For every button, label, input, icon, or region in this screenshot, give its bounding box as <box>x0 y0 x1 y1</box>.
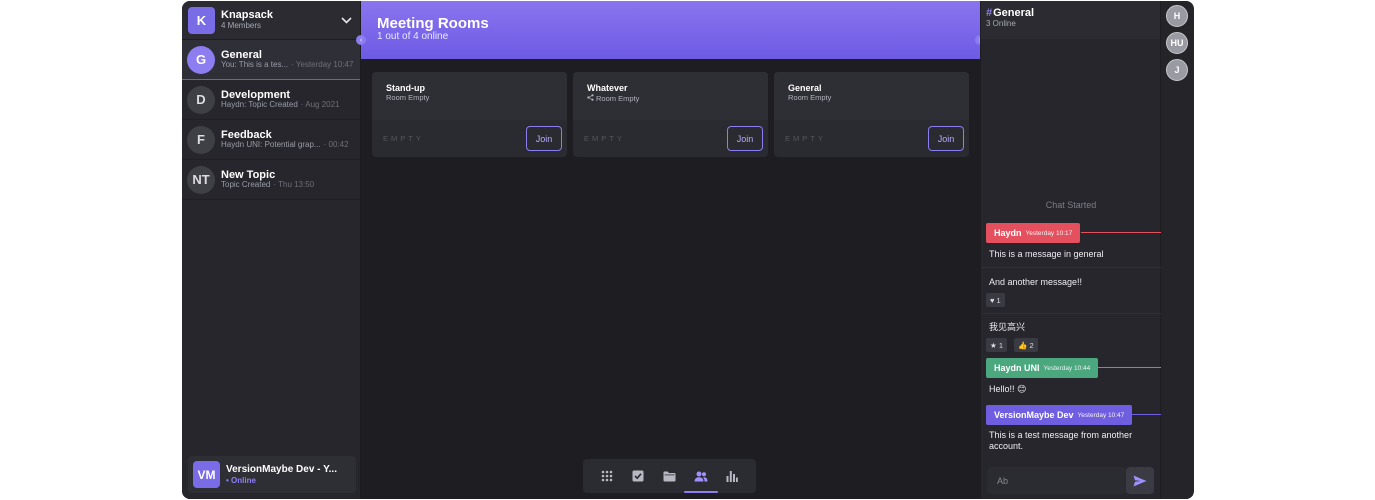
topic-preview: You: This is a tes... <box>221 61 289 70</box>
chart-icon[interactable] <box>721 465 743 487</box>
author-name: Haydn UNI <box>994 363 1040 373</box>
topic-name: New Topic <box>221 169 276 181</box>
app-window: K Knapsack 4 Members G General You: This… <box>182 1 1194 499</box>
hash-icon: # <box>986 7 993 19</box>
topic-time: · Thu 13:50 <box>273 181 315 190</box>
current-user-status: • Online <box>226 475 256 485</box>
message-input[interactable] <box>997 475 1116 486</box>
folder-icon[interactable] <box>658 465 680 487</box>
topic-time: · Aug 2021 <box>300 101 340 110</box>
topic-preview: Haydn: Topic Created <box>221 101 298 110</box>
chevron-down-icon[interactable] <box>338 12 354 28</box>
reaction-thumbs-up[interactable]: 👍 2 <box>1014 338 1038 352</box>
message-divider <box>981 313 1161 314</box>
room-status: Room Empty <box>386 92 430 102</box>
member-list: H HU J <box>1160 1 1193 499</box>
page-title: Meeting Rooms <box>377 15 489 32</box>
grid-icon[interactable] <box>596 465 618 487</box>
bottom-toolbar <box>583 459 756 493</box>
topic-preview: Topic Created <box>221 181 271 190</box>
room-empty-label: EMPTY <box>383 134 424 143</box>
current-user-name: VersionMaybe Dev - Y... <box>226 464 337 476</box>
join-button[interactable]: Join <box>928 126 964 151</box>
chat-panel: #General 3 Online Chat Started Haydn Yes… <box>980 1 1161 499</box>
online-count: 1 out of 4 online <box>377 30 449 42</box>
room-list: Stand-up Room Empty EMPTY Join Whatever … <box>372 72 969 157</box>
topic-item-feedback[interactable]: F Feedback Haydn UNI: Potential grap... ·… <box>182 120 360 160</box>
room-card-stand-up: Stand-up Room Empty EMPTY Join <box>372 72 567 157</box>
room-empty-label: EMPTY <box>584 134 625 143</box>
room-empty-label: EMPTY <box>785 134 826 143</box>
star-icon: ★ <box>990 340 997 350</box>
reaction-count: 2 <box>1029 340 1034 350</box>
topic-time: · Yesterday 10:47 <box>291 61 354 70</box>
heart-icon: ♥ <box>990 295 995 305</box>
chat-message: Hello!! 😊 <box>989 384 1027 394</box>
share-icon <box>587 94 594 104</box>
workspace-header[interactable]: K Knapsack 4 Members <box>182 1 360 40</box>
chat-started-label: Chat Started <box>1045 200 1097 210</box>
author-divider <box>1091 367 1161 368</box>
workspace-member-count: 4 Members <box>221 20 262 30</box>
member-avatar[interactable]: HU <box>1166 32 1188 54</box>
workspace-name: Knapsack <box>221 9 273 22</box>
people-icon[interactable] <box>683 465 718 493</box>
topic-name: Development <box>221 89 291 101</box>
author-divider <box>1081 232 1161 233</box>
collapse-left-icon[interactable]: ‹ <box>356 35 366 45</box>
author-name: Haydn <box>994 228 1022 238</box>
chat-online-count: 3 Online <box>986 18 1016 28</box>
message-author: Haydn Yesterday 10:17 <box>986 223 1081 243</box>
current-user-card[interactable]: VM VersionMaybe Dev - Y... • Online <box>188 456 356 493</box>
reaction-count: 1 <box>996 295 1001 305</box>
topic-sidebar: K Knapsack 4 Members G General You: This… <box>182 1 361 499</box>
join-button[interactable]: Join <box>526 126 562 151</box>
chat-title: General <box>993 7 1035 19</box>
topic-item-development[interactable]: D Development Haydn: Topic Created · Aug … <box>182 80 360 120</box>
send-icon <box>1133 475 1147 486</box>
chat-header: #General 3 Online <box>981 1 1160 39</box>
topic-name: General <box>221 49 262 61</box>
chat-message: 我见高兴 <box>989 322 1026 332</box>
chat-message: This is a message in general <box>989 249 1104 259</box>
topic-item-general[interactable]: G General You: This is a tes... · Yesterd… <box>182 40 360 80</box>
message-time: Yesterday 10:47 <box>1077 411 1125 419</box>
send-button[interactable] <box>1126 467 1154 494</box>
workspace-avatar: K <box>188 6 215 34</box>
member-avatar[interactable]: H <box>1166 5 1188 27</box>
chat-message: This is a test message from another acco… <box>989 430 1133 452</box>
join-button[interactable]: Join <box>727 126 763 151</box>
topic-preview: Haydn UNI: Potential grap... <box>221 141 321 150</box>
room-card-whatever: Whatever Room Empty EMPTY Join <box>573 72 768 157</box>
author-divider <box>1131 414 1161 415</box>
message-time: Yesterday 10:44 <box>1043 364 1091 372</box>
message-time: Yesterday 10:17 <box>1025 229 1073 237</box>
topic-avatar: G <box>187 45 215 74</box>
topic-time: · 00:42 <box>323 141 349 150</box>
message-author: Haydn UNI Yesterday 10:44 <box>986 358 1099 378</box>
reaction-star[interactable]: ★ 1 <box>986 338 1007 352</box>
room-name: Whatever <box>587 83 628 93</box>
checkbox-icon[interactable] <box>627 465 649 487</box>
topic-name: Feedback <box>221 129 272 141</box>
chat-message: And another message!! <box>989 277 1083 287</box>
room-status: Room Empty <box>596 93 640 103</box>
reaction-count: 1 <box>998 340 1003 350</box>
message-input-box[interactable] <box>987 467 1126 494</box>
message-author: VersionMaybe Dev Yesterday 10:47 <box>986 405 1133 425</box>
topic-avatar: NT <box>187 165 215 194</box>
main-header: Meeting Rooms 1 out of 4 online <box>361 1 980 59</box>
member-avatar[interactable]: J <box>1166 59 1188 81</box>
thumbs-up-icon: 👍 <box>1018 340 1028 350</box>
topic-avatar: D <box>187 85 215 114</box>
message-divider <box>981 267 1161 268</box>
topic-item-new-topic[interactable]: NT New Topic Topic Created · Thu 13:50 <box>182 160 360 200</box>
room-card-general: General Room Empty EMPTY Join <box>774 72 969 157</box>
avatar: VM <box>193 461 220 488</box>
author-name: VersionMaybe Dev <box>994 410 1074 420</box>
room-status: Room Empty <box>788 92 832 102</box>
topic-avatar: F <box>187 125 215 154</box>
reaction-heart[interactable]: ♥ 1 <box>986 293 1005 307</box>
meeting-rooms-panel: Meeting Rooms 1 out of 4 online ‹ › Stan… <box>356 1 985 499</box>
